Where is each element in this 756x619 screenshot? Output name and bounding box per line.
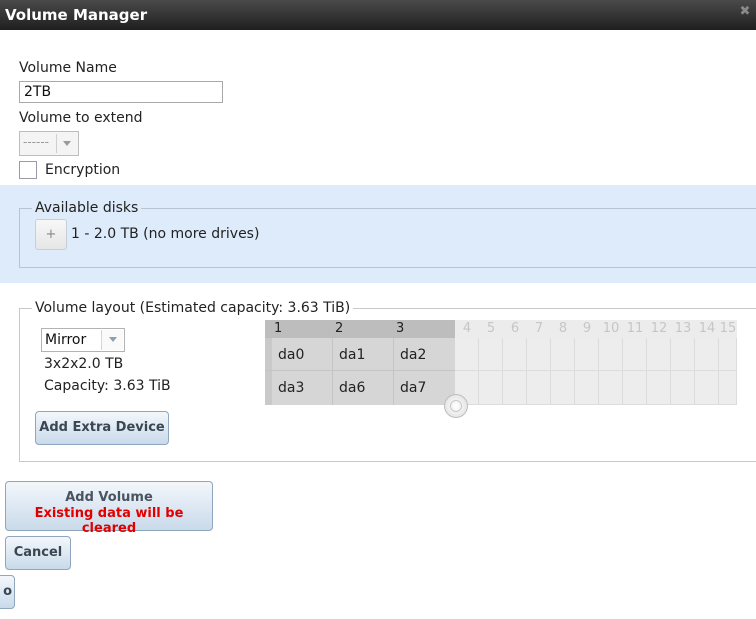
layout-config-text: 3x2x2.0 TB [44, 356, 124, 372]
grid-empty-cell [575, 338, 599, 371]
layout-type-value: Mirror [45, 332, 87, 348]
volume-extend-label: Volume to extend [19, 110, 143, 126]
grid-empty-cell [623, 338, 647, 371]
grid-empty-cell [623, 371, 647, 405]
dropdown-button[interactable] [56, 134, 76, 153]
grid-empty-cell [527, 338, 551, 371]
close-icon[interactable]: ✖ [738, 5, 752, 19]
grid-col-header-disabled: 5 [479, 320, 503, 338]
grid-col-header-disabled: 13 [671, 320, 695, 338]
grid-disk-cell[interactable]: da0 [278, 347, 304, 363]
chevron-down-icon [109, 337, 117, 342]
add-volume-label: Add Volume [65, 490, 153, 505]
volume-layout-legend: Volume layout (Estimated capacity: 3.63 … [35, 300, 351, 316]
grid-disk-cell[interactable]: da6 [339, 380, 365, 396]
grid-empty-cell [551, 371, 575, 405]
grid-empty-cell [503, 338, 527, 371]
grid-empty-cell [527, 371, 551, 405]
grid-empty-cell [479, 371, 503, 405]
grid-empty-cell [671, 338, 695, 371]
grid-col-header-disabled: 14 [695, 320, 719, 338]
add-volume-warning: Existing data will be cleared [34, 506, 184, 536]
grid-col-header-disabled: 11 [623, 320, 647, 338]
window-title: Volume Manager [5, 6, 148, 24]
encryption-label: Encryption [45, 162, 121, 178]
add-disk-button[interactable]: + [35, 219, 67, 250]
grid-empty-cell [599, 338, 623, 371]
grid-resize-handle[interactable] [444, 394, 468, 418]
cancel-button[interactable]: Cancel [5, 536, 71, 570]
grid-col-header-disabled: 4 [455, 320, 479, 338]
grid-disk-cell[interactable]: da7 [400, 380, 426, 396]
grid-empty-cell [479, 338, 503, 371]
available-disk-text: 1 - 2.0 TB (no more drives) [71, 226, 260, 242]
volume-name-input[interactable] [19, 81, 223, 103]
grid-empty-cell [647, 371, 671, 405]
window-titlebar: Volume Manager ✖ [0, 0, 756, 30]
add-volume-button[interactable]: Add Volume Existing data will be cleared [5, 481, 213, 536]
grid-col-header: 1 [274, 321, 283, 336]
grid-col-header: 2 [335, 321, 344, 336]
add-extra-device-button[interactable]: Add Extra Device [35, 411, 169, 445]
grid-empty-cell [503, 371, 527, 405]
grid-empty-cell [647, 338, 671, 371]
grid-disk-cell[interactable]: da3 [278, 380, 304, 396]
layout-type-select[interactable]: Mirror [41, 328, 125, 352]
volume-name-label: Volume Name [19, 60, 117, 76]
grid-col-header-disabled: 8 [551, 320, 575, 338]
grid-empty-cell [719, 371, 737, 405]
grid-header-active [265, 320, 455, 338]
volume-extend-value: ------ [23, 135, 49, 149]
grid-col-header: 3 [396, 321, 405, 336]
grid-empty-cell [551, 338, 575, 371]
grid-empty-cell [695, 338, 719, 371]
grid-empty-cell [455, 338, 479, 371]
grid-empty-cell [599, 371, 623, 405]
grid-col-header-disabled: 9 [575, 320, 599, 338]
grid-disk-cell[interactable]: da1 [339, 347, 365, 363]
grid-col-header-disabled: 6 [503, 320, 527, 338]
chevron-down-icon [63, 141, 71, 146]
volume-extend-select[interactable]: ------ [19, 131, 79, 156]
grid-empty-cell [575, 371, 599, 405]
grid-disk-cell[interactable]: da2 [400, 347, 426, 363]
grid-col-header-disabled: 12 [647, 320, 671, 338]
available-disks-legend: Available disks [35, 200, 139, 216]
grid-empty-cell [719, 338, 737, 371]
grid-col-header-disabled: 15 [719, 320, 737, 338]
grid-col-header-disabled: 7 [527, 320, 551, 338]
grid-empty-cell [671, 371, 695, 405]
grid-empty-cell [695, 371, 719, 405]
partial-button[interactable]: o [0, 575, 15, 609]
layout-capacity-text: Capacity: 3.63 TiB [44, 378, 171, 394]
encryption-checkbox[interactable] [19, 161, 37, 179]
drag-handle-icon [450, 400, 462, 412]
dropdown-button[interactable] [101, 330, 123, 350]
grid-col-header-disabled: 10 [599, 320, 623, 338]
